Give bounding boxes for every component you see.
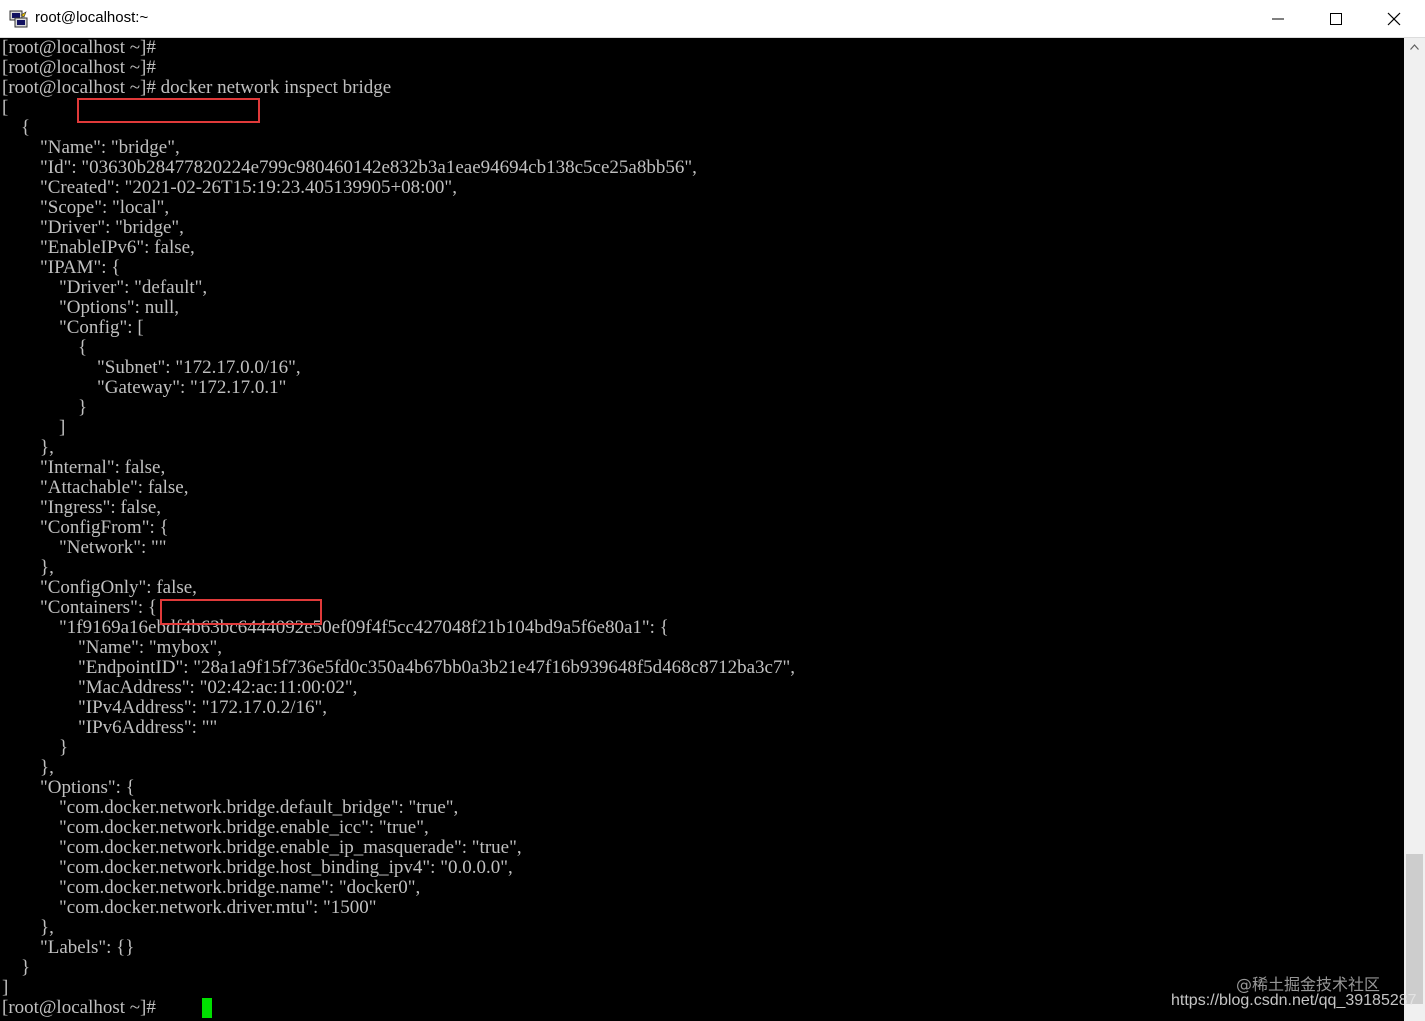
output-line: } xyxy=(2,737,69,758)
output-line: "com.docker.network.bridge.name": "docke… xyxy=(2,877,421,898)
csdn-watermark: https://blog.csdn.net/qq_39185287 xyxy=(1171,992,1417,1009)
current-prompt: [root@localhost ~]# xyxy=(2,997,156,1018)
terminal-window: root@localhost:~ [root@localhost ~]# [ro… xyxy=(0,0,1425,1021)
output-line: "com.docker.network.driver.mtu": "1500" xyxy=(2,897,377,918)
output-line-name-bridge: "Name": "bridge", xyxy=(2,137,180,158)
output-line: "IPv4Address": "172.17.0.2/16", xyxy=(2,697,327,718)
command-line: [root@localhost ~]# docker network inspe… xyxy=(2,77,392,98)
output-line: ] xyxy=(2,977,9,998)
scrollbar-thumb[interactable] xyxy=(1406,854,1423,1004)
close-icon xyxy=(1387,12,1401,26)
putty-terminal-icon[interactable] xyxy=(9,9,29,29)
output-line: "1f9169a16ebdf4b63bc6444092e50ef09f4f5cc… xyxy=(2,617,669,638)
chevron-up-icon xyxy=(1410,44,1419,50)
output-line: "com.docker.network.bridge.enable_icc": … xyxy=(2,817,429,838)
prompt-line: [root@localhost ~]# xyxy=(2,57,156,78)
output-line: } xyxy=(2,397,88,418)
output-line: "Created": "2021-02-26T15:19:23.40513990… xyxy=(2,177,457,198)
maximize-button[interactable] xyxy=(1307,0,1365,37)
output-line-name-mybox: "Name": "mybox", xyxy=(2,637,222,658)
output-line: "Gateway": "172.17.0.1" xyxy=(2,377,287,398)
output-line: "Options": null, xyxy=(2,297,180,318)
output-line: "Labels": {} xyxy=(2,937,135,958)
output-line: "Internal": false, xyxy=(2,457,166,478)
output-line: }, xyxy=(2,757,54,778)
output-line: "Attachable": false, xyxy=(2,477,189,498)
output-line: }, xyxy=(2,917,54,938)
output-line: "Driver": "default", xyxy=(2,277,208,298)
highlight-box-container-name xyxy=(160,599,322,625)
output-line: "Id": "03630b28477820224e799c980460142e8… xyxy=(2,157,697,178)
output-line: { xyxy=(2,337,88,358)
output-line: "EnableIPv6": false, xyxy=(2,237,195,258)
output-line: }, xyxy=(2,557,54,578)
output-line: { xyxy=(2,117,31,138)
output-line: "Containers": { xyxy=(2,597,157,618)
output-line: "EndpointID": "28a1a9f15f736e5fd0c350a4b… xyxy=(2,657,795,678)
output-line: "IPAM": { xyxy=(2,257,121,278)
output-line: [ xyxy=(2,97,9,118)
output-line: "com.docker.network.bridge.default_bridg… xyxy=(2,797,459,818)
output-line: "com.docker.network.bridge.host_binding_… xyxy=(2,857,513,878)
close-button[interactable] xyxy=(1365,0,1423,37)
output-line: "Config": [ xyxy=(2,317,144,338)
output-line: "Options": { xyxy=(2,777,135,798)
output-line: "ConfigOnly": false, xyxy=(2,577,197,598)
terminal-output[interactable]: [root@localhost ~]# [root@localhost ~]# … xyxy=(0,38,1404,1021)
output-line: }, xyxy=(2,437,54,458)
vertical-scrollbar[interactable] xyxy=(1404,38,1425,1021)
maximize-icon xyxy=(1330,13,1342,25)
output-line: "ConfigFrom": { xyxy=(2,517,169,538)
output-line: "Driver": "bridge", xyxy=(2,217,184,238)
minimize-button[interactable] xyxy=(1249,0,1307,37)
prompt-line: [root@localhost ~]# xyxy=(2,38,156,58)
highlight-box-bridge-name xyxy=(77,98,260,123)
output-line: } xyxy=(2,957,31,978)
output-line: "MacAddress": "02:42:ac:11:00:02", xyxy=(2,677,358,698)
output-line: "com.docker.network.bridge.enable_ip_mas… xyxy=(2,837,522,858)
output-line: "Ingress": false, xyxy=(2,497,162,518)
terminal-cursor xyxy=(202,998,212,1018)
scroll-up-button[interactable] xyxy=(1404,38,1425,58)
output-line: ] xyxy=(2,417,66,438)
output-line: "Subnet": "172.17.0.0/16", xyxy=(2,357,301,378)
title-bar[interactable]: root@localhost:~ xyxy=(0,0,1425,38)
window-title: root@localhost:~ xyxy=(35,9,149,26)
minimize-icon xyxy=(1272,18,1284,20)
output-line: "Scope": "local", xyxy=(2,197,170,218)
output-line: "Network": "" xyxy=(2,537,167,558)
output-line: "IPv6Address": "" xyxy=(2,717,218,738)
